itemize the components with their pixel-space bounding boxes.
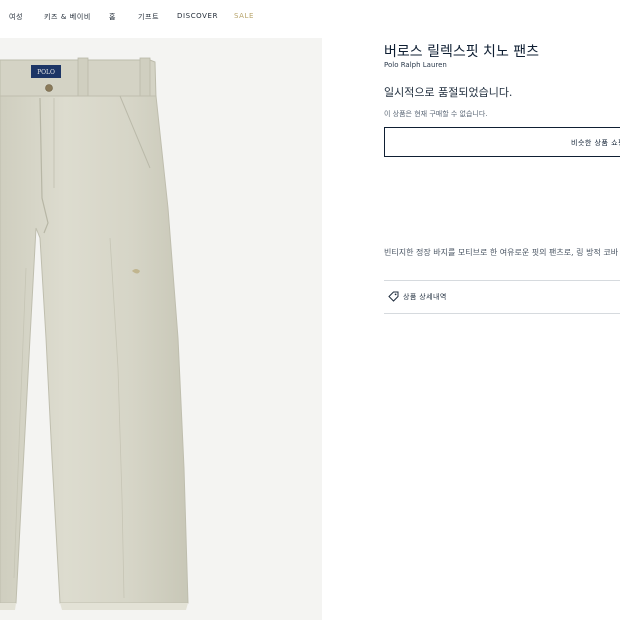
nav-item-home[interactable]: 홈 — [109, 12, 116, 22]
nav-item-kids-baby[interactable]: 키즈 & 베이비 — [44, 12, 91, 22]
shop-similar-button[interactable]: 비슷한 상품 쇼핑 — [384, 127, 620, 157]
nav-item-gift[interactable]: 기프트 — [138, 12, 159, 22]
tag-icon — [388, 291, 399, 302]
product-details-label: 상품 상세내역 — [403, 293, 447, 301]
chino-pants-illustration: POLO — [0, 57, 189, 610]
stock-status: 일시적으로 품절되었습니다. — [384, 86, 513, 99]
product-title: 버로스 릴렉스핏 치노 팬츠 — [384, 44, 540, 60]
nav-item-sale[interactable]: SALE — [234, 12, 254, 20]
nav-item-discover[interactable]: DISCOVER — [177, 12, 218, 20]
product-details-toggle[interactable]: 상품 상세내역 — [384, 281, 620, 313]
waist-label-logo: POLO — [37, 69, 55, 76]
nav-item-women[interactable]: 여성 — [9, 12, 23, 22]
top-navigation: 여성 키즈 & 베이비 홈 기프트 DISCOVER SALE — [0, 0, 620, 36]
shop-similar-label: 비슷한 상품 쇼핑 — [571, 139, 620, 147]
unavailable-note: 이 상품은 현재 구매할 수 없습니다. — [384, 110, 488, 118]
product-image[interactable]: POLO — [0, 38, 322, 620]
divider — [384, 313, 620, 314]
product-description: 빈티지한 정장 바지를 모티브로 한 여유로운 핏의 팬츠로, 링 방적 코바 — [384, 248, 619, 257]
product-brand[interactable]: Polo Ralph Lauren — [384, 61, 447, 69]
